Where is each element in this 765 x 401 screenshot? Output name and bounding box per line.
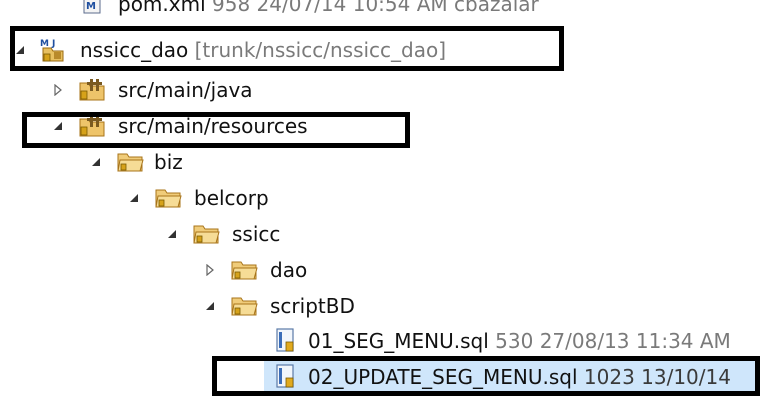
tree-row-ssicc[interactable]: ssicc (0, 216, 765, 252)
source-folder-icon (78, 72, 108, 108)
tree-row-nssicc-dao[interactable]: M J nssicc_dao [trunk/nssicc/nssicc_dao] (0, 32, 765, 68)
tree-row-src-main-resources[interactable]: src/main/resources (0, 108, 765, 144)
collapsed-arrow-icon[interactable] (50, 72, 66, 108)
tree-row-meta: 1023 13/10/14 (583, 365, 731, 389)
tree-row-02-update-seg-menu[interactable]: 02_UPDATE_SEG_MENU.sql 1023 13/10/14 (0, 359, 765, 395)
tree-row-meta: 530 27/08/13 11:34 AM (495, 329, 731, 353)
tree-row-meta: 958 24/07/14 10:54 AM cbazalar (212, 0, 539, 16)
package-folder-icon (230, 288, 260, 324)
tree-row-label: scriptBD (270, 294, 355, 318)
package-folder-icon (154, 180, 184, 216)
tree-row-01-seg-menu[interactable]: 01_SEG_MENU.sql 530 27/08/13 11:34 AM (0, 323, 765, 359)
collapsed-arrow-icon[interactable] (202, 252, 218, 288)
tree-row-scriptbd[interactable]: scriptBD (0, 288, 765, 324)
tree-row-label: 01_SEG_MENU.sql (308, 329, 489, 353)
expanded-arrow-icon[interactable] (202, 288, 218, 324)
sql-file-icon (274, 323, 304, 359)
package-folder-icon (116, 144, 146, 180)
tree-row-label: biz (154, 150, 183, 174)
expanded-arrow-icon[interactable] (88, 144, 104, 180)
tree-row-label: ssicc (232, 222, 281, 246)
package-folder-icon (230, 252, 260, 288)
tree-row-label: dao (270, 258, 308, 282)
tree-row-biz[interactable]: biz (0, 144, 765, 180)
tree-row-dao[interactable]: dao (0, 252, 765, 288)
tree-row-belcorp[interactable]: belcorp (0, 180, 765, 216)
tree-row-src-main-java[interactable]: src/main/java (0, 72, 765, 108)
project-explorer-tree: M pom.xml 958 24/07/14 10:54 AM cbazalar… (0, 0, 765, 401)
expanded-arrow-icon[interactable] (50, 108, 66, 144)
tree-row-pom-xml[interactable]: M pom.xml 958 24/07/14 10:54 AM cbazalar (0, 0, 765, 22)
maven-project-icon: M J (40, 32, 70, 68)
tree-row-label: nssicc_dao (80, 38, 189, 62)
svg-text:J: J (51, 39, 55, 49)
tree-row-label: 02_UPDATE_SEG_MENU.sql (308, 365, 578, 389)
expanded-arrow-icon[interactable] (126, 180, 142, 216)
tree-row-label: belcorp (194, 186, 269, 210)
expanded-arrow-icon[interactable] (12, 32, 28, 68)
tree-row-label: src/main/java (118, 78, 253, 102)
source-folder-icon (78, 108, 108, 144)
tree-row-meta: [trunk/nssicc/nssicc_dao] (194, 38, 447, 62)
xml-file-icon: M (82, 0, 112, 22)
tree-row-label: pom.xml (118, 0, 206, 16)
package-folder-icon (192, 216, 222, 252)
expanded-arrow-icon[interactable] (164, 216, 180, 252)
svg-text:M: M (86, 1, 96, 12)
tree-row-label: src/main/resources (118, 114, 308, 138)
sql-file-icon (274, 359, 304, 395)
